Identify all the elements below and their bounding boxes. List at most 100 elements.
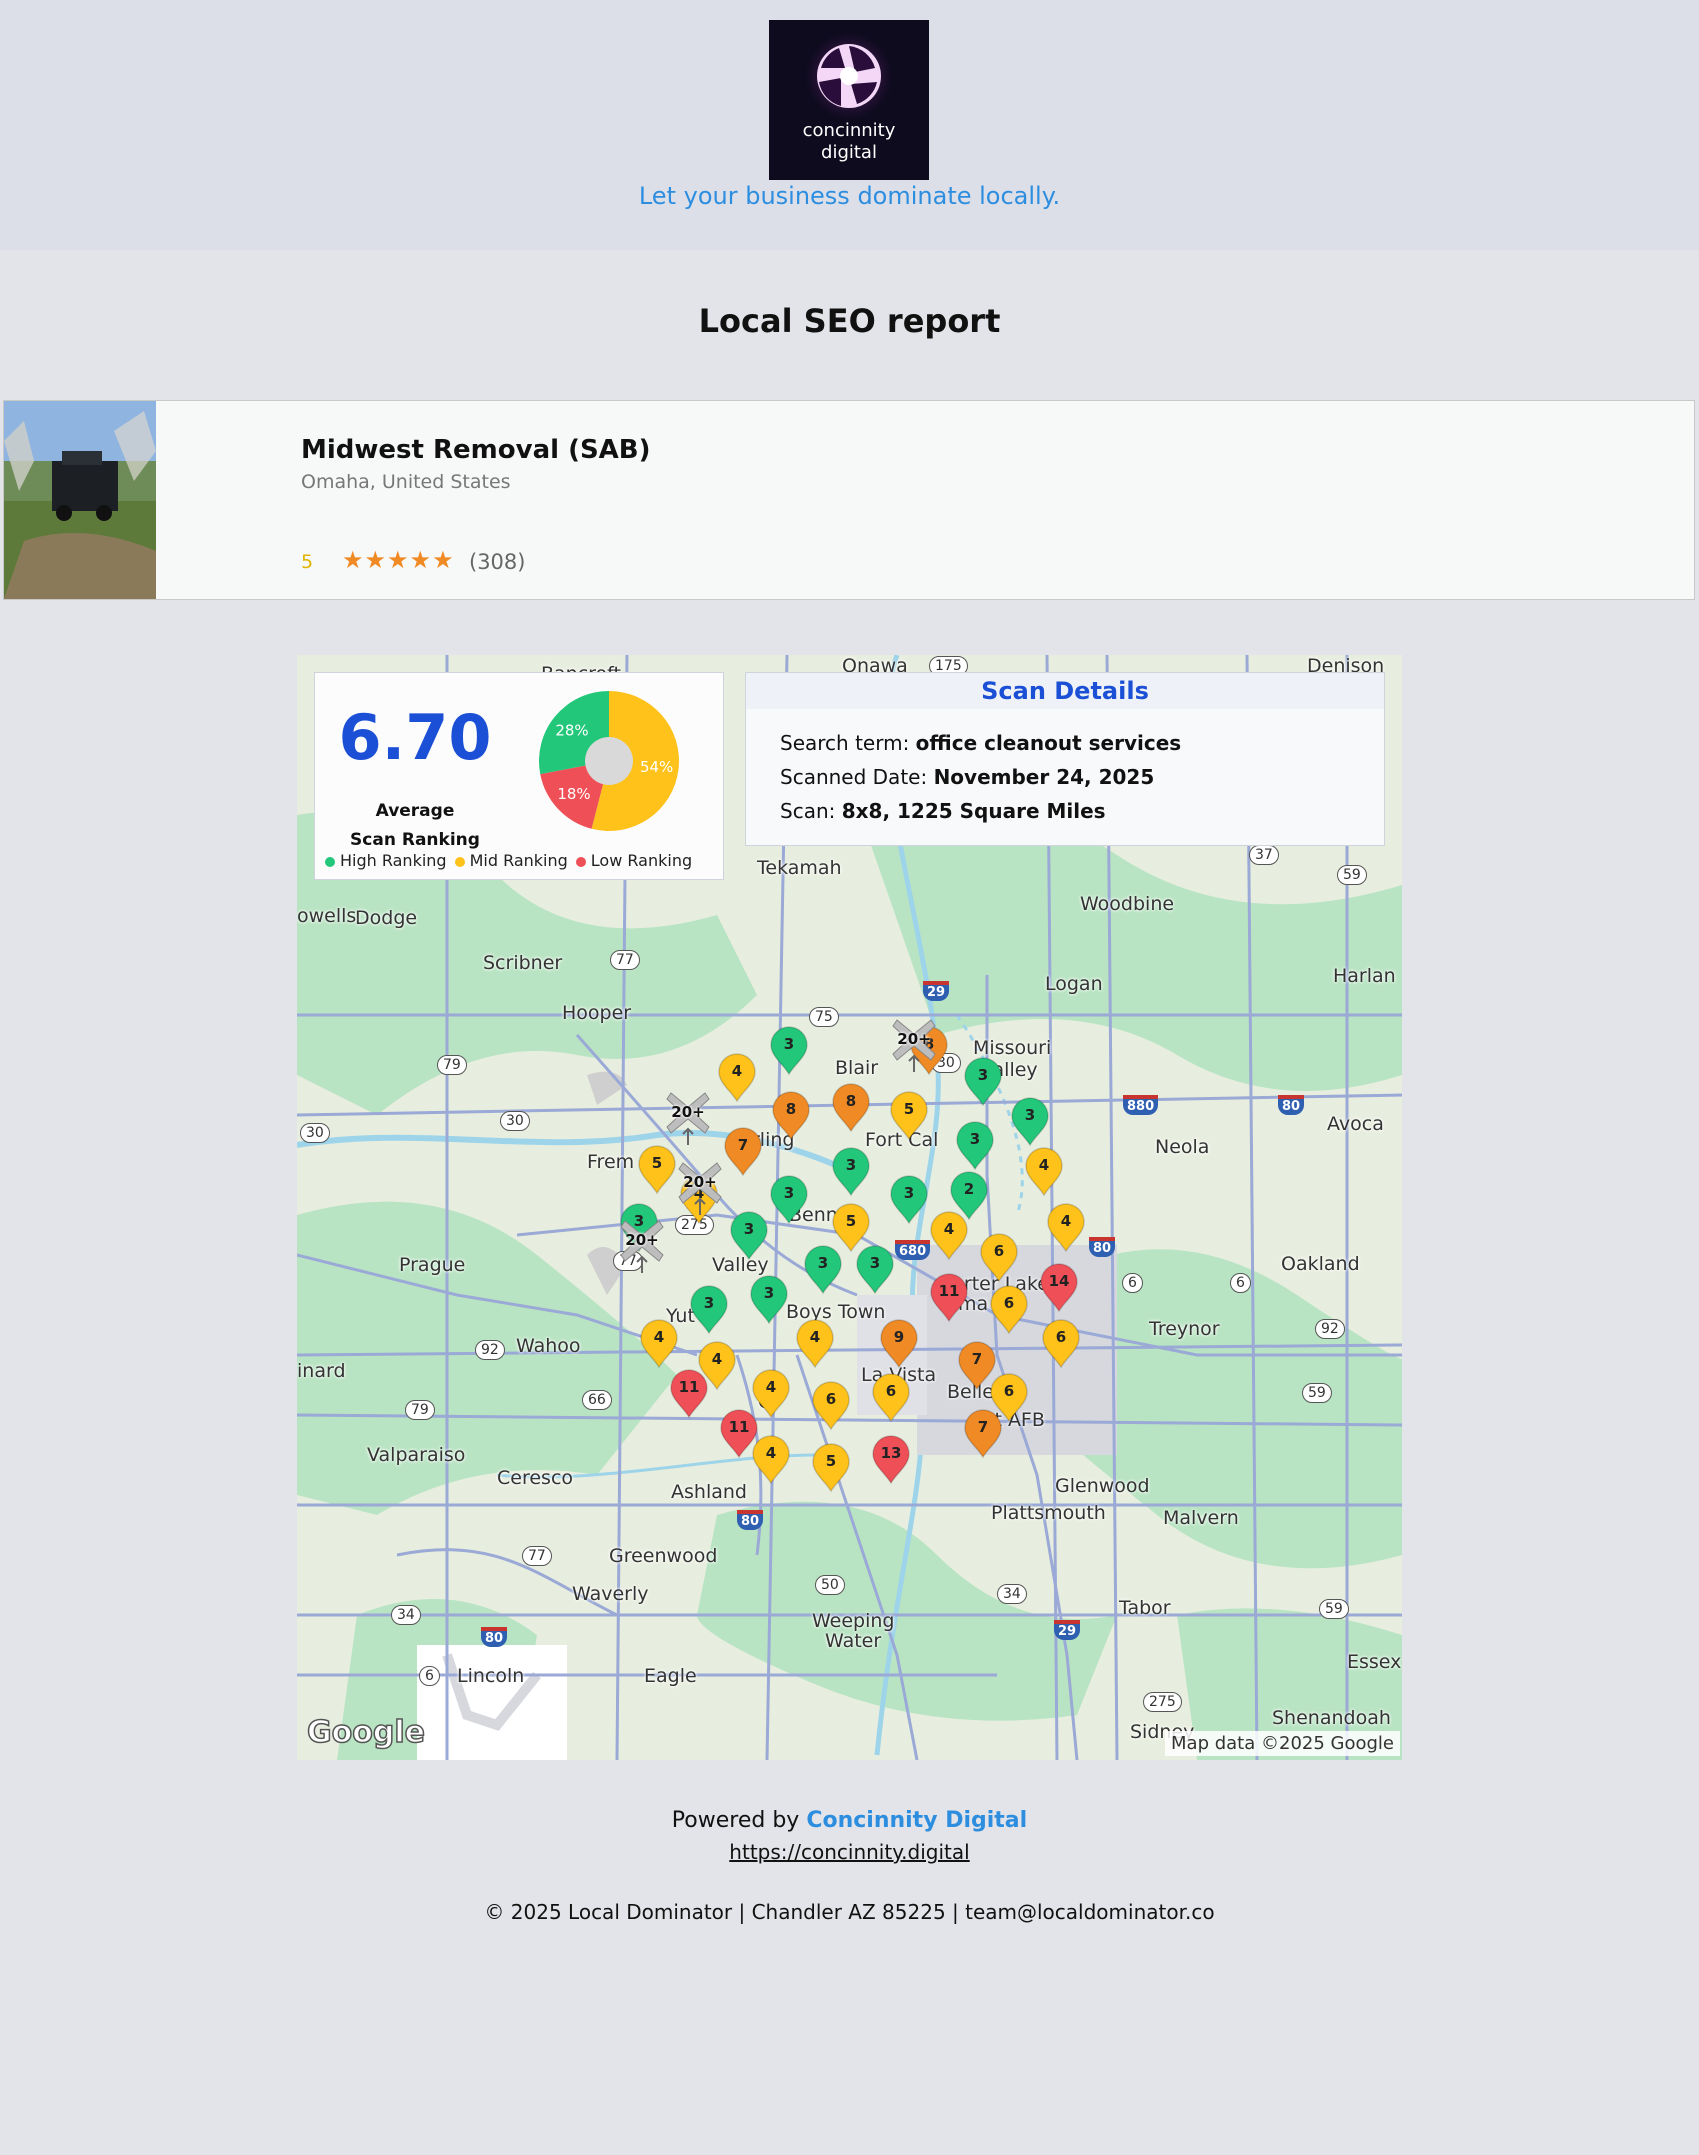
unranked-marker-label: 20+ [671, 1103, 705, 1121]
ranking-pin-label: 11 [938, 1282, 960, 1300]
interstate-shield-icon: 80 [1278, 1095, 1305, 1115]
average-ranking-label: Average Scan Ranking [335, 797, 495, 855]
ranking-pin[interactable]: 13 [871, 1435, 911, 1485]
ranking-pin-label: 11 [678, 1378, 700, 1396]
ranking-pin-label: 8 [845, 1092, 857, 1110]
ranking-pin[interactable]: 9 [879, 1319, 919, 1369]
unranked-marker[interactable]: 20+ [619, 1217, 665, 1273]
ranking-pin[interactable]: 3 [803, 1245, 843, 1295]
route-shield-icon: 34 [997, 1584, 1027, 1604]
ranking-pin[interactable]: 6 [871, 1373, 911, 1423]
route-shield-icon: 37 [1249, 845, 1279, 865]
ranking-pin-label: 4 [809, 1328, 821, 1346]
ranking-pin[interactable]: 5 [811, 1443, 851, 1493]
map-place-label: Blair [835, 1057, 879, 1079]
ranking-pin[interactable]: 3 [769, 1175, 809, 1225]
legend-high-label: High Ranking [340, 851, 447, 870]
ranking-pin[interactable]: 6 [1041, 1319, 1081, 1369]
map-place-label: Lincoln [457, 1665, 525, 1687]
ranking-pin-label: 4 [765, 1378, 777, 1396]
map-place-label: Treynor [1149, 1318, 1220, 1340]
ranking-pin[interactable]: 4 [1046, 1203, 1086, 1253]
ranking-pin[interactable]: 5 [889, 1091, 929, 1141]
map-place-label: Neola [1155, 1136, 1210, 1158]
scan-date-label: Scanned Date: [780, 765, 934, 789]
ranking-pin[interactable]: 11 [669, 1369, 709, 1419]
ranking-pin[interactable]: 4 [795, 1319, 835, 1369]
ranking-pin[interactable]: 5 [637, 1145, 677, 1195]
brand-logo[interactable]: concinnity digital [769, 20, 929, 180]
ranking-pin-label: 5 [825, 1452, 837, 1470]
ranking-pin-label: 3 [763, 1284, 775, 1302]
ranking-pin[interactable]: 3 [729, 1211, 769, 1261]
ranking-pin-label: 6 [825, 1390, 837, 1408]
ranking-pin[interactable]: 3 [1010, 1097, 1050, 1147]
unranked-marker[interactable]: 20+ [665, 1089, 711, 1145]
ranking-pin-label: 13 [880, 1444, 902, 1462]
ranking-pin[interactable]: 4 [639, 1319, 679, 1369]
scan-size: Scan: 8x8, 1225 Square Miles [780, 799, 1106, 823]
ranking-pin-label: 3 [977, 1066, 989, 1084]
star-icon: ★ [364, 546, 387, 574]
ranking-pin-label: 3 [783, 1035, 795, 1053]
map-attribution[interactable]: Map data ©2025 Google [1165, 1731, 1400, 1756]
footer-copyright: © 2025 Local Dominator | Chandler AZ 852… [484, 1900, 1215, 1924]
rating-value: 5 [301, 551, 314, 573]
route-shield-icon: 66 [582, 1390, 612, 1410]
ranking-pin[interactable]: 3 [889, 1175, 929, 1225]
map-place-label: Prague [399, 1254, 466, 1276]
route-shield-icon: 77 [610, 950, 640, 970]
interstate-shield-icon: 680 [895, 1240, 931, 1260]
ranking-pin[interactable]: 8 [771, 1091, 811, 1141]
ranking-pin[interactable]: 3 [769, 1026, 809, 1076]
map-place-label: Plattsmouth [991, 1502, 1106, 1524]
unranked-marker[interactable]: 20+ [677, 1159, 723, 1215]
ranking-pin[interactable]: 14 [1039, 1263, 1079, 1313]
ranking-pin[interactable]: 3 [749, 1275, 789, 1325]
ranking-pin[interactable]: 7 [963, 1409, 1003, 1459]
ranking-pin-label: 5 [651, 1154, 663, 1172]
ranking-pin[interactable]: 6 [979, 1233, 1019, 1283]
ranking-pin-label: 4 [731, 1062, 743, 1080]
ranking-pin-label: 3 [969, 1130, 981, 1148]
ranking-pin[interactable]: 6 [811, 1381, 851, 1431]
donut-label-high: 28% [555, 721, 588, 739]
ranking-pin[interactable]: 4 [751, 1435, 791, 1485]
ranking-pin-label: 4 [943, 1220, 955, 1238]
ranking-pin[interactable]: 8 [831, 1083, 871, 1133]
powered-by-brand-link[interactable]: Concinnity Digital [806, 1808, 1027, 1833]
ranking-pin[interactable]: 4 [929, 1211, 969, 1261]
ranking-pin[interactable]: 4 [1024, 1147, 1064, 1197]
route-shield-icon: 75 [809, 1007, 839, 1027]
unranked-marker[interactable]: 20+ [891, 1016, 937, 1072]
ranking-pin-label: 6 [993, 1242, 1005, 1260]
ranking-pin[interactable]: 4 [717, 1053, 757, 1103]
star-icon: ★ [387, 546, 409, 574]
ranking-pin[interactable]: 3 [831, 1147, 871, 1197]
interstate-shield-icon: 80 [737, 1510, 764, 1530]
unranked-marker-label: 20+ [625, 1231, 659, 1249]
ranking-pin[interactable]: 3 [689, 1285, 729, 1335]
ranking-pin[interactable]: 3 [963, 1057, 1003, 1107]
google-logo[interactable]: Google [306, 1714, 425, 1751]
scan-details-panel: Scan Details Search term: office cleanou… [745, 672, 1385, 846]
ranking-pin-label: 9 [893, 1328, 905, 1346]
ranking-pin-label: 6 [1003, 1294, 1015, 1312]
ranking-pin[interactable]: 3 [955, 1121, 995, 1171]
scan-date-value: November 24, 2025 [933, 765, 1155, 789]
map-place-label: Ashland [671, 1481, 747, 1503]
ranking-pin-label: 11 [728, 1418, 750, 1436]
ranking-pin[interactable]: 6 [989, 1285, 1029, 1335]
ranking-map[interactable]: OnawaDenisonBancroftTekamahWoodbineDodge… [297, 655, 1402, 1760]
ranking-pin[interactable]: 7 [723, 1127, 763, 1177]
website-link[interactable]: https://concinnity.digital [0, 1840, 1699, 1864]
route-shield-icon: 79 [405, 1400, 435, 1420]
ranking-pin-label: 3 [743, 1220, 755, 1238]
ranking-pin[interactable]: 3 [855, 1245, 895, 1295]
legend-low: Low Ranking [575, 851, 692, 870]
map-place-label: Tabor [1119, 1597, 1171, 1619]
business-photo[interactable] [4, 401, 156, 599]
ranking-donut-chart: 54% 18% 28% [539, 691, 679, 831]
ranking-pin[interactable]: 11 [929, 1273, 969, 1323]
map-place-label: Waverly [572, 1583, 649, 1605]
